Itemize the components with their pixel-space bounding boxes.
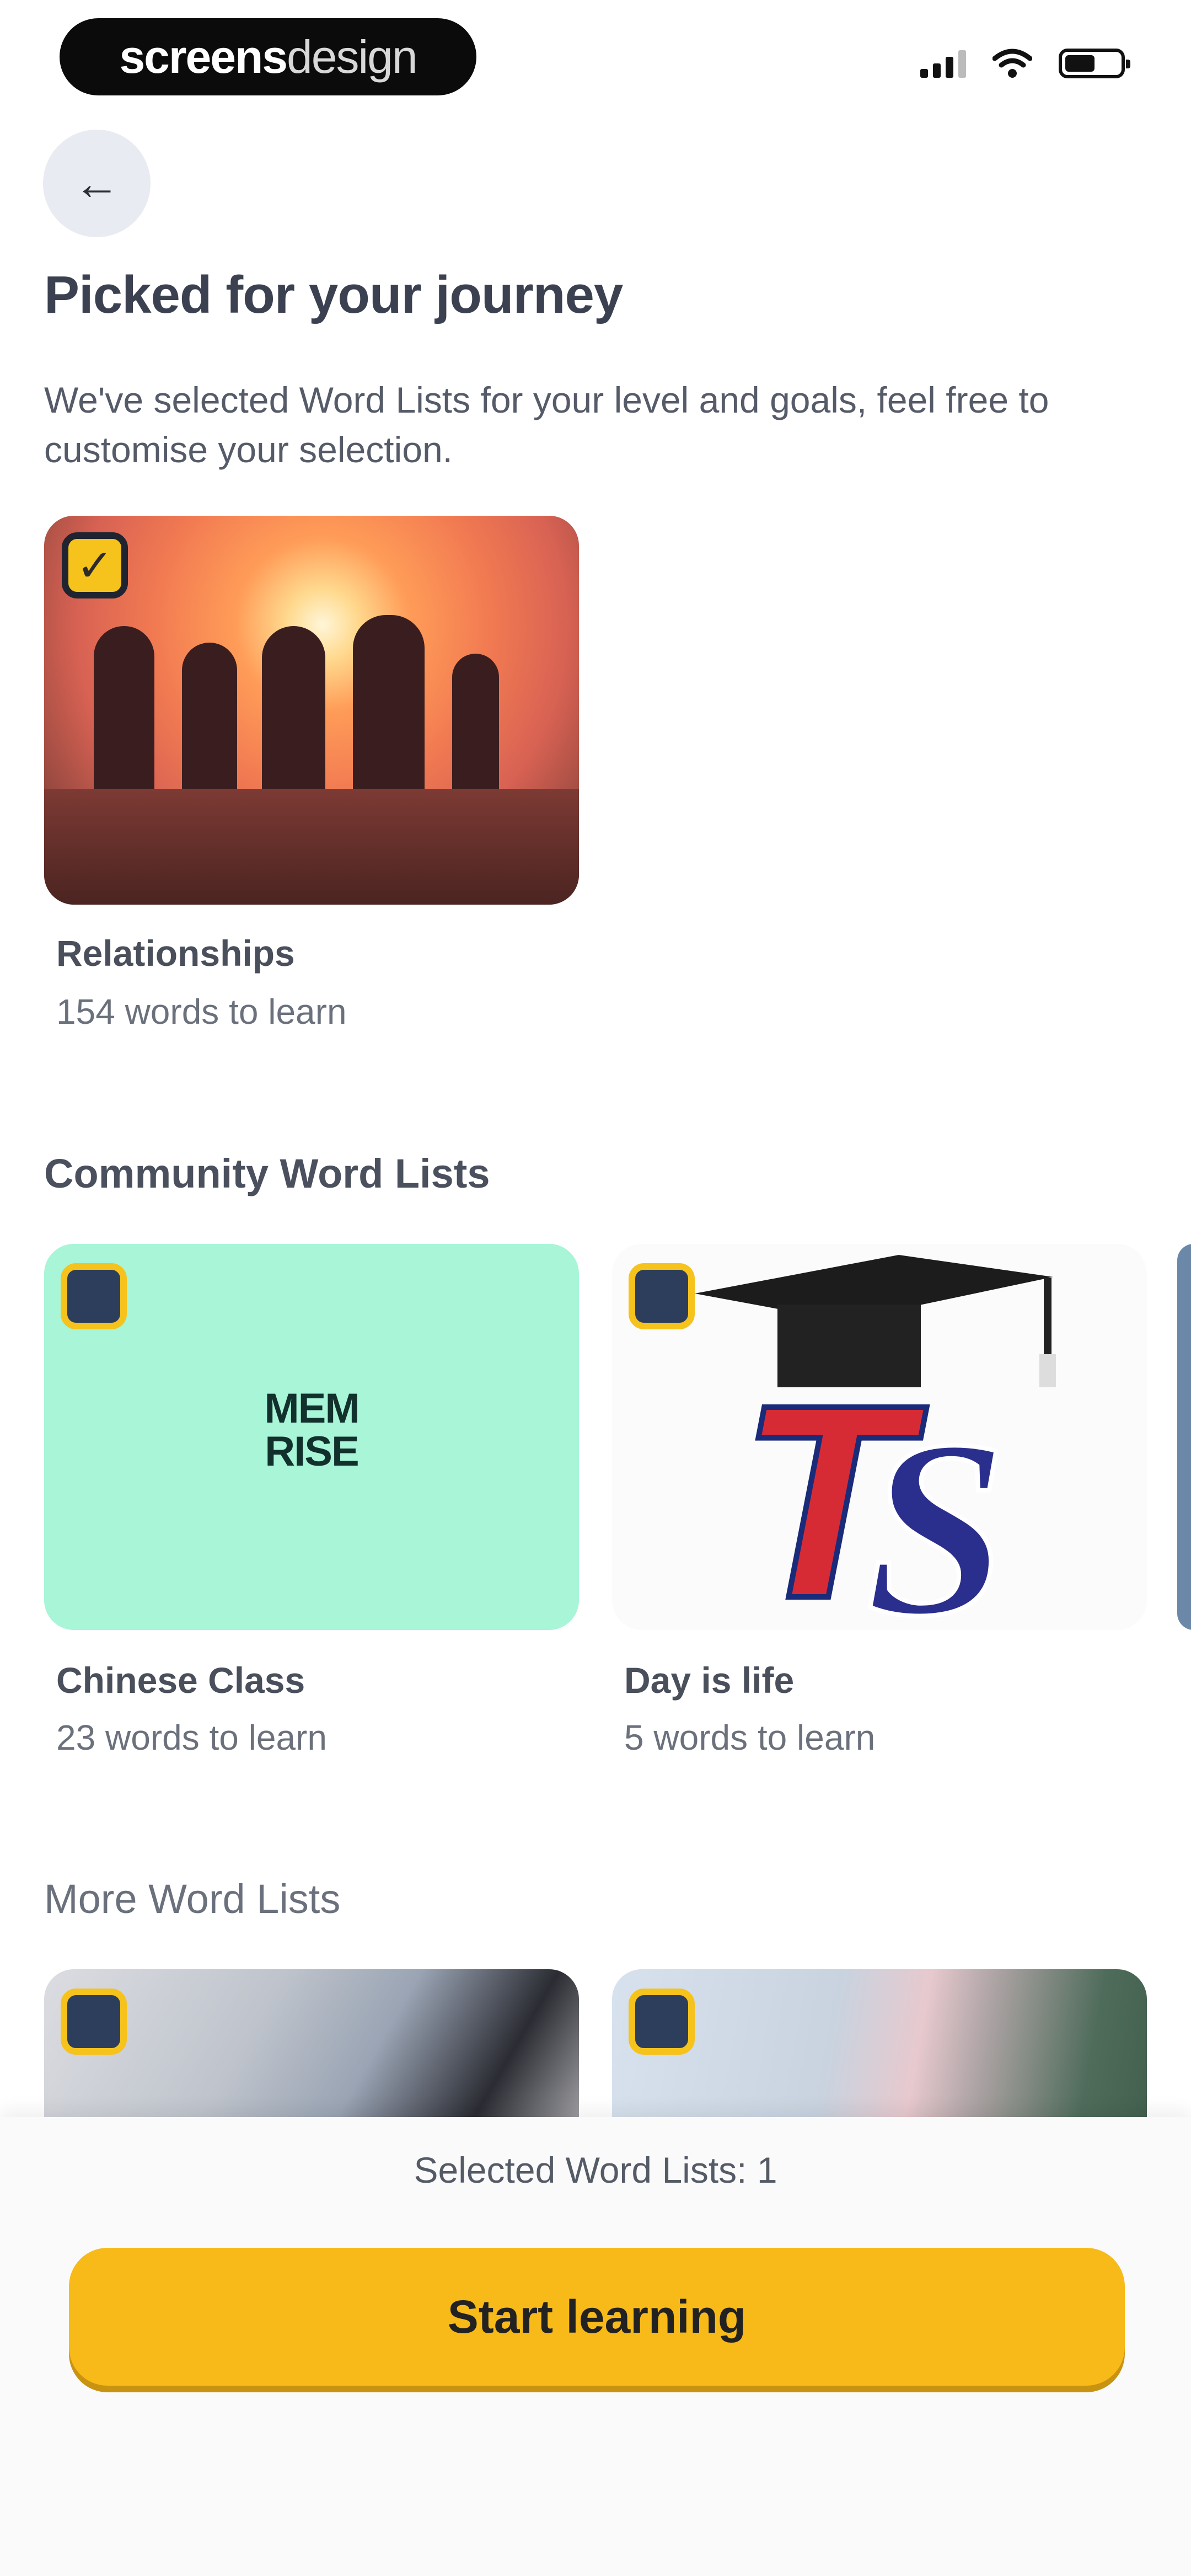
checkmark-icon: ✓	[76, 541, 114, 590]
card-title: Chinese Class	[56, 1660, 305, 1701]
card-title: Day is life	[624, 1660, 795, 1701]
arrow-left-icon: ←	[73, 157, 120, 209]
signal-icon	[920, 49, 966, 78]
svg-text:S: S	[866, 1387, 1007, 1630]
section-title-more: More Word Lists	[44, 1876, 341, 1922]
card-word-count: 23 words to learn	[56, 1718, 327, 1757]
screen: screens design ← Picked for your journey …	[0, 0, 1191, 2576]
ground-shade	[44, 789, 579, 905]
card-word-count: 154 words to learn	[56, 992, 347, 1032]
wifi-icon	[993, 49, 1032, 78]
page-subtitle: We've selected Word Lists for your level…	[44, 380, 1049, 470]
start-learning-button[interactable]: Start learning	[69, 2248, 1125, 2386]
card-title: Relationships	[56, 933, 295, 974]
memrise-logo: MEM RISE	[264, 1385, 360, 1475]
brand-badge: screens design	[60, 18, 476, 95]
checkbox-chinese-class[interactable]	[61, 1263, 127, 1329]
battery-icon	[1059, 49, 1130, 78]
word-list-card-next-peek[interactable]	[1177, 1244, 1191, 1630]
checkbox-more-2[interactable]	[629, 1989, 695, 2055]
card-word-count: 5 words to learn	[624, 1718, 876, 1757]
checkbox-day-is-life[interactable]	[629, 1263, 695, 1329]
page-title: Picked for your journey	[44, 265, 623, 324]
checkbox-relationships[interactable]: ✓	[62, 532, 128, 598]
brand-light-text: design	[287, 30, 418, 83]
section-title-community: Community Word Lists	[44, 1151, 490, 1196]
back-button[interactable]: ←	[43, 130, 151, 237]
checkbox-more-1[interactable]	[61, 1989, 127, 2055]
brand-bold-text: screens	[119, 30, 288, 83]
selected-count-label: Selected Word Lists: 1	[414, 2150, 777, 2190]
status-icons	[920, 49, 1130, 78]
